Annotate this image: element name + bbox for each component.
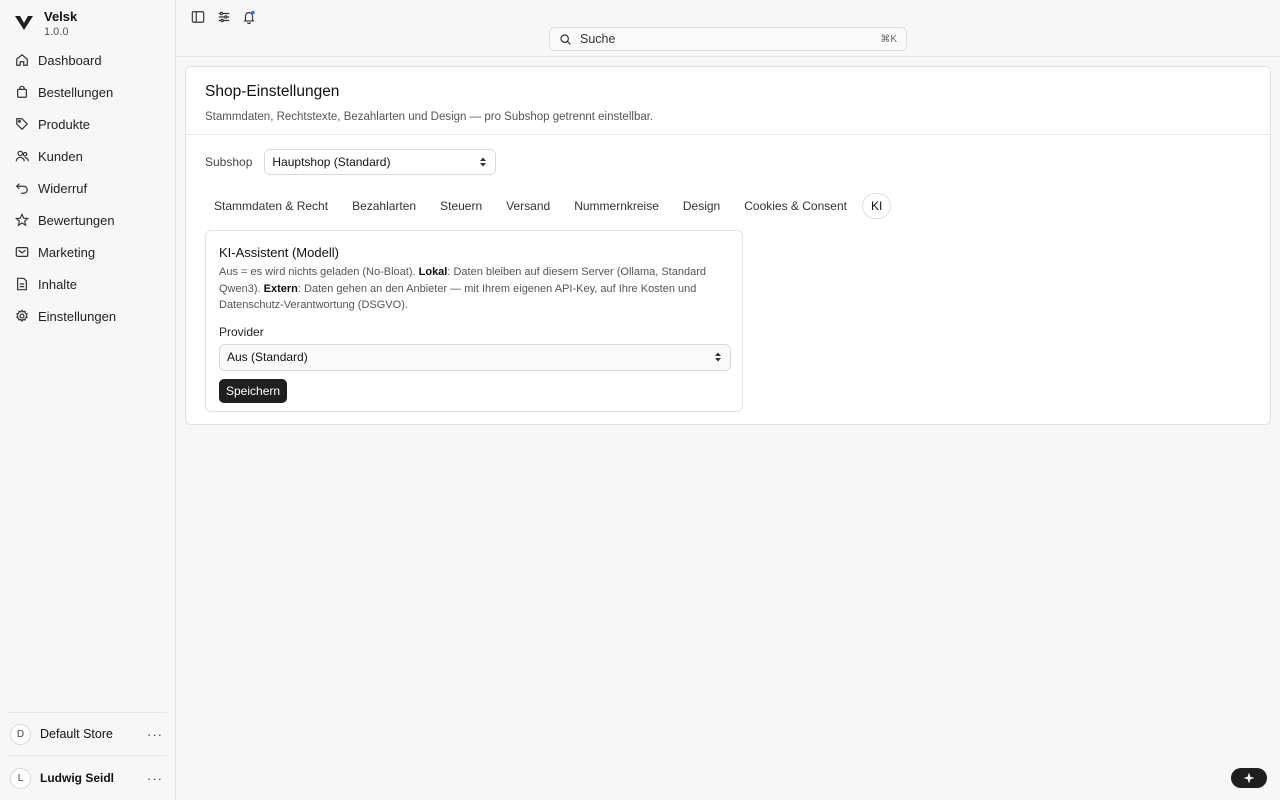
subshop-value: Hauptshop (Standard) xyxy=(272,155,391,169)
tab-ki[interactable]: KI xyxy=(861,193,892,219)
store-name: Default Store xyxy=(40,727,113,741)
provider-value: Aus (Standard) xyxy=(227,350,308,364)
store-more-button[interactable]: ··· xyxy=(147,727,163,742)
sidebar-item-label: Kunden xyxy=(38,148,83,164)
undo-icon xyxy=(15,183,28,194)
settings-tabs: Stammdaten & Recht Bezahlarten Steuern V… xyxy=(205,193,897,219)
shopping-bag-icon xyxy=(17,85,27,98)
provider-label: Provider xyxy=(219,324,264,339)
sidebar-toggle-icon[interactable] xyxy=(191,10,205,24)
user-avatar: L xyxy=(10,767,31,789)
user-more-button[interactable]: ··· xyxy=(147,771,163,786)
ki-assistant-panel: KI-Assistent (Modell) Aus = es wird nich… xyxy=(205,230,743,412)
sidebar-item-widerruf[interactable]: Widerruf xyxy=(8,172,168,204)
store-switcher[interactable]: D Default Store ··· xyxy=(10,723,163,745)
card-header: Shop-Einstellungen Stammdaten, Rechtstex… xyxy=(186,67,1270,135)
sidebar-item-bewertungen[interactable]: Bewertungen xyxy=(8,204,168,236)
topbar: Suche ⌘K xyxy=(176,0,1280,57)
desc-bold-extern: Extern xyxy=(263,282,298,295)
store-avatar: D xyxy=(10,723,31,745)
page-subtitle: Stammdaten, Rechtstexte, Bezahlarten und… xyxy=(205,111,654,123)
sidebar-item-marketing[interactable]: Marketing xyxy=(8,236,168,268)
search-input[interactable]: Suche ⌘K xyxy=(549,27,907,51)
sidebar-item-produkte[interactable]: Produkte xyxy=(8,108,168,140)
save-button[interactable]: Speichern xyxy=(219,378,288,403)
brand-version: 1.0.0 xyxy=(44,26,69,38)
sidebar-divider xyxy=(8,712,167,713)
subshop-label: Subshop xyxy=(205,155,253,169)
chevron-updown-icon xyxy=(715,352,721,362)
file-icon xyxy=(17,277,27,291)
home-icon xyxy=(16,53,28,66)
star-icon xyxy=(15,213,29,227)
tab-versand[interactable]: Versand xyxy=(497,193,559,219)
sidebar-item-label: Produkte xyxy=(38,116,91,132)
sidebar-item-bestellungen[interactable]: Bestellungen xyxy=(8,76,168,108)
tag-icon xyxy=(16,118,29,131)
sidebar-item-kunden[interactable]: Kunden xyxy=(8,140,168,172)
sidebar-divider xyxy=(8,755,167,756)
bell-icon[interactable] xyxy=(242,10,256,24)
ticket-icon xyxy=(15,247,29,257)
desc-bold-lokal: Lokal xyxy=(418,266,448,278)
search-shortcut: ⌘K xyxy=(880,33,897,45)
filter-sliders-icon[interactable] xyxy=(217,10,231,24)
user-menu[interactable]: L Ludwig Seidl ··· xyxy=(10,767,163,789)
user-name: Ludwig Seidl xyxy=(40,771,114,785)
tab-design[interactable]: Design xyxy=(674,193,729,219)
brand-name: Velsk xyxy=(44,9,78,24)
sidebar-item-dashboard[interactable]: Dashboard xyxy=(8,44,168,76)
sidebar: Velsk 1.0.0 Dashboard Bestellungen Produ… xyxy=(0,0,176,800)
sidebar-nav: Dashboard Bestellungen Produkte Kunden W… xyxy=(8,44,168,332)
provider-select[interactable]: Aus (Standard) xyxy=(219,343,731,371)
tab-steuern[interactable]: Steuern xyxy=(431,193,491,219)
sidebar-item-label: Bewertungen xyxy=(38,212,115,228)
tab-nummernkreise[interactable]: Nummernkreise xyxy=(565,193,668,219)
panel-description: Aus = es wird nichts geladen (No-Bloat).… xyxy=(219,264,719,314)
ai-assistant-button[interactable] xyxy=(1231,768,1267,788)
sidebar-item-label: Bestellungen xyxy=(38,84,114,100)
tab-cookies-consent[interactable]: Cookies & Consent xyxy=(735,193,856,219)
velsk-logo-icon xyxy=(15,16,33,30)
tab-bezahlarten[interactable]: Bezahlarten xyxy=(343,193,425,219)
subshop-select[interactable]: Hauptshop (Standard) xyxy=(264,149,497,175)
settings-card: Shop-Einstellungen Stammdaten, Rechtstex… xyxy=(185,66,1271,425)
brand[interactable]: Velsk 1.0.0 xyxy=(14,9,77,39)
sparkle-icon xyxy=(1243,772,1255,784)
users-icon xyxy=(15,150,29,162)
subshop-row: Subshop Hauptshop (Standard) xyxy=(205,149,497,175)
sidebar-item-einstellungen[interactable]: Einstellungen xyxy=(8,300,168,332)
tab-stammdaten-recht[interactable]: Stammdaten & Recht xyxy=(205,193,337,219)
gear-icon xyxy=(16,309,28,323)
search-placeholder: Suche xyxy=(580,32,616,46)
chevron-updown-icon xyxy=(480,157,487,167)
sidebar-item-label: Marketing xyxy=(38,244,96,260)
sidebar-item-label: Dashboard xyxy=(38,52,102,68)
page-title: Shop-Einstellungen xyxy=(205,83,340,100)
sidebar-item-label: Einstellungen xyxy=(38,308,117,324)
panel-title: KI-Assistent (Modell) xyxy=(219,245,339,260)
desc-text: Aus = es wird nichts geladen (No-Bloat). xyxy=(219,266,419,278)
sidebar-item-label: Inhalte xyxy=(38,276,78,292)
sidebar-item-label: Widerruf xyxy=(38,180,88,196)
sidebar-item-inhalte[interactable]: Inhalte xyxy=(8,268,168,300)
search-icon xyxy=(560,33,571,45)
